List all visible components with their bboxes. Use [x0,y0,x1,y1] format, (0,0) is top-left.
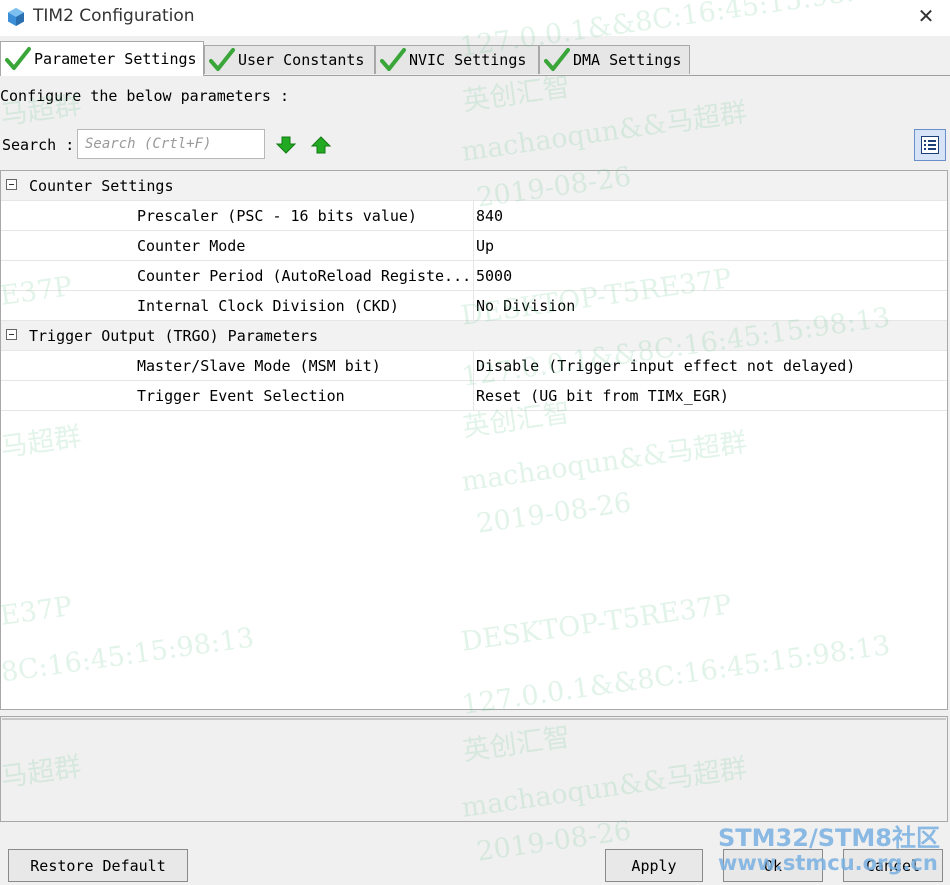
param-row-counter-mode[interactable]: Counter Mode Up [1,231,947,261]
param-name: Trigger Event Selection [137,387,345,405]
apply-button[interactable]: Apply [605,849,703,882]
param-row-counter-period[interactable]: Counter Period (AutoReload Registe... 50… [1,261,947,291]
watermark-text: machaoqun&&马超群 [459,97,749,168]
param-row-prescaler[interactable]: Prescaler (PSC - 16 bits value) 840 [1,201,947,231]
tab-label: User Constants [238,51,365,69]
param-value[interactable]: 5000 [476,267,512,285]
param-name: Master/Slave Mode (MSM bit) [137,357,381,375]
restore-default-button[interactable]: Restore Default [8,849,188,882]
search-input[interactable] [77,129,265,159]
param-row-clock-division[interactable]: Internal Clock Division (CKD) No Divisio… [1,291,947,321]
group-title: Trigger Output (TRGO) Parameters [29,327,318,345]
param-name: Counter Period (AutoReload Registe... [137,267,472,285]
tab-parameter-settings[interactable]: Parameter Settings [0,41,204,76]
group-title: Counter Settings [29,177,174,195]
parameter-description-panel [0,716,948,822]
param-value[interactable]: Reset (UG bit from TIMx_EGR) [476,387,729,405]
check-icon [380,48,406,71]
param-name: Counter Mode [137,237,246,255]
close-icon: ✕ [917,4,935,28]
param-value[interactable]: Up [476,237,494,255]
param-value[interactable]: 840 [476,207,503,225]
ok-button[interactable]: Ok [723,849,823,882]
list-view-icon [921,136,939,154]
tab-dma-settings[interactable]: DMA Settings [539,45,690,74]
cancel-button[interactable]: Cancel [843,849,943,882]
window-title: TIM2 Configuration [33,6,195,26]
brand-line: STM32/STM8社区 [718,824,940,852]
group-trigger-output[interactable]: Trigger Output (TRGO) Parameters [1,321,947,351]
parameter-grid: Counter Settings Prescaler (PSC - 16 bit… [0,170,948,710]
tab-bar: Parameter Settings User Constants NVIC S… [0,41,950,76]
title-bar: TIM2 Configuration ✕ [0,0,950,36]
param-row-trigger-event[interactable]: Trigger Event Selection Reset (UG bit fr… [1,381,947,411]
param-value[interactable]: Disable (Trigger input effect not delaye… [476,357,855,375]
tab-label: Parameter Settings [34,50,197,68]
arrow-down-icon[interactable] [275,135,297,155]
group-counter-settings[interactable]: Counter Settings [1,171,947,201]
param-name: Internal Clock Division (CKD) [137,297,399,315]
configure-description: Configure the below parameters : [0,87,289,105]
check-icon [5,47,31,70]
collapse-icon[interactable] [6,329,17,340]
close-button[interactable]: ✕ [912,2,940,30]
search-label: Search : [2,136,75,154]
tab-label: NVIC Settings [409,51,527,69]
check-icon [544,48,570,71]
arrow-up-icon[interactable] [310,135,332,155]
param-value[interactable]: No Division [476,297,575,315]
list-view-toggle-button[interactable] [914,129,946,161]
collapse-icon[interactable] [6,179,17,190]
cube-app-icon [8,8,24,26]
param-name: Prescaler (PSC - 16 bits value) [137,207,417,225]
param-row-master-slave-mode[interactable]: Master/Slave Mode (MSM bit) Disable (Tri… [1,351,947,381]
tab-user-constants[interactable]: User Constants [204,45,375,74]
tab-nvic-settings[interactable]: NVIC Settings [375,45,539,74]
check-icon [209,48,235,71]
tab-label: DMA Settings [573,51,682,69]
